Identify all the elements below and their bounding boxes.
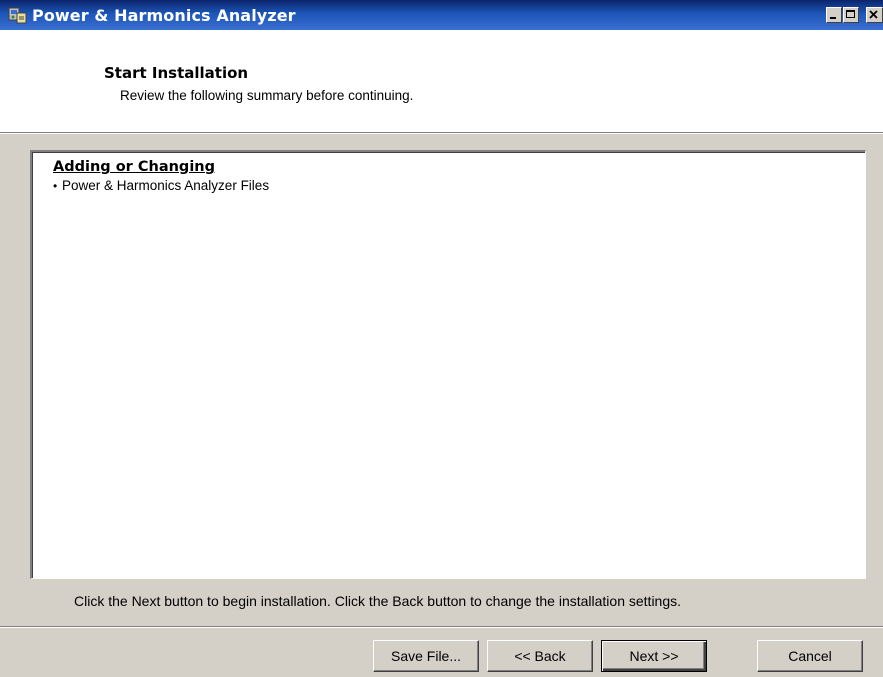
minimize-icon[interactable] (826, 7, 842, 23)
maximize-icon[interactable] (843, 7, 859, 23)
installation-summary-panel[interactable]: Adding or Changing • Power & Harmonics An… (30, 150, 866, 579)
cancel-button[interactable]: Cancel (757, 640, 863, 672)
installer-app-icon (8, 5, 28, 25)
back-button[interactable]: << Back (487, 640, 593, 672)
footer-divider-highlight (0, 627, 883, 628)
header-divider-highlight (0, 133, 883, 134)
save-file-button[interactable]: Save File... (373, 640, 479, 672)
title-bar[interactable]: Power & Harmonics Analyzer (0, 0, 883, 30)
page-subtitle: Review the following summary before cont… (120, 88, 414, 103)
summary-panel-inner: Adding or Changing • Power & Harmonics An… (32, 152, 865, 578)
close-icon[interactable] (866, 7, 883, 23)
page-title: Start Installation (104, 64, 249, 82)
dialog-header: Start Installation Review the following … (0, 30, 883, 132)
summary-item-label: Power & Harmonics Analyzer Files (62, 178, 270, 193)
next-button[interactable]: Next >> (601, 640, 707, 672)
window-title: Power & Harmonics Analyzer (32, 6, 296, 25)
bullet-icon: • (53, 179, 58, 193)
summary-heading: Adding or Changing (53, 159, 215, 175)
summary-list-item: • Power & Harmonics Analyzer Files (53, 178, 269, 193)
instruction-text: Click the Next button to begin installat… (74, 593, 682, 609)
